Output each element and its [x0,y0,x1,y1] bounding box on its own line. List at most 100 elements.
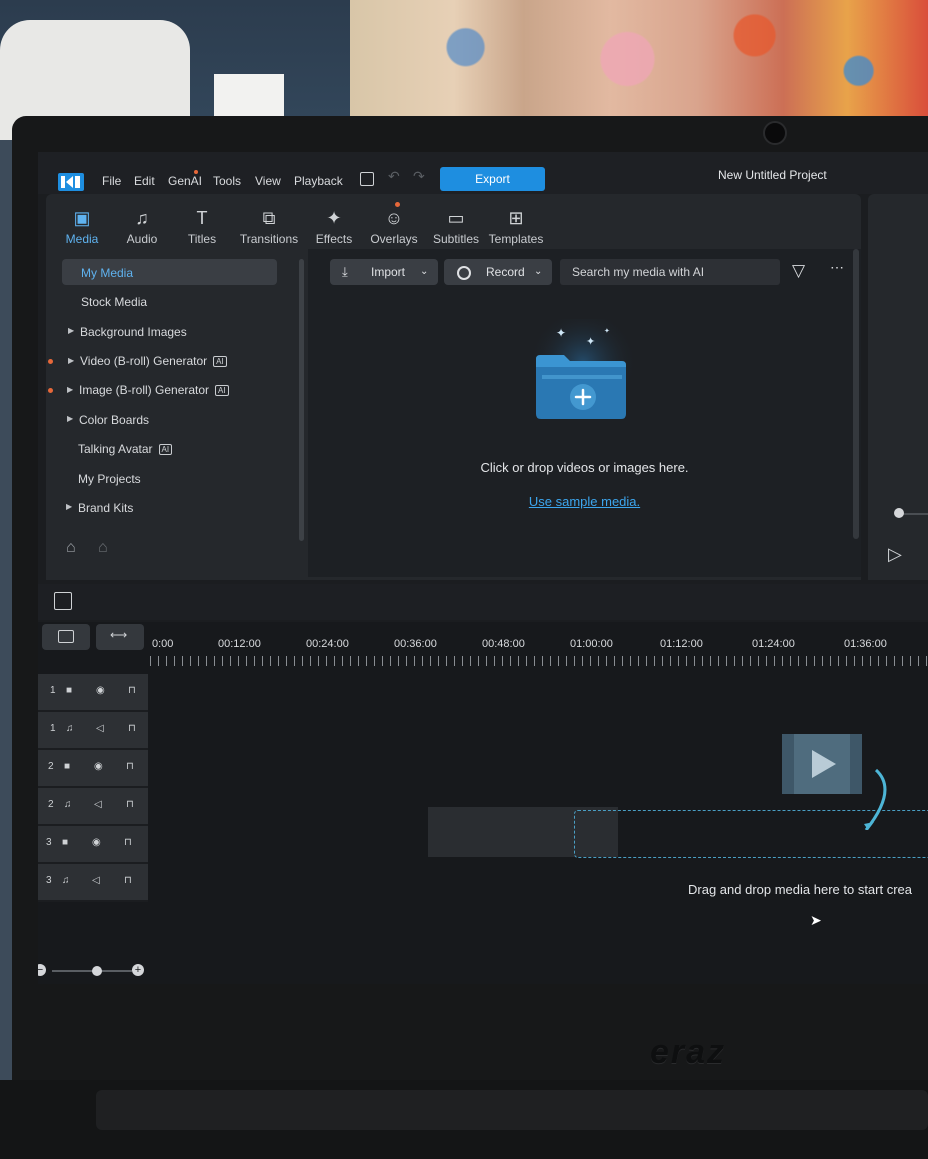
sidebar-item-background-images[interactable]: Background Images [80,325,187,339]
sidebar-item-color-boards[interactable]: Color Boards [79,413,149,427]
tab-overlays[interactable]: ☺ Overlays [362,208,426,246]
menu-playback[interactable]: Playback [294,174,343,188]
undo-icon[interactable]: ↶ [388,168,400,185]
menu-tools[interactable]: Tools [213,174,241,188]
tab-transitions[interactable]: ⧉ Transitions [234,208,304,246]
eye-icon[interactable]: ◉ [94,761,103,772]
add-tag-icon[interactable]: ⌂ [66,539,76,557]
menu-view[interactable]: View [255,174,281,188]
lock-icon[interactable]: ⊓ [126,761,134,772]
tab-transitions-label: Transitions [239,232,299,246]
import-label: Import [371,265,406,279]
ruler-label: 00:48:00 [482,638,525,650]
track-header-audio-3[interactable]: 3 ♫ ◁ ⊓ [38,864,148,902]
ruler-label: 00:24:00 [306,638,349,650]
text-t-icon: T [196,208,208,228]
expand-arrow-icon[interactable]: ▶ [67,414,73,423]
fit-width-icon: ⟷ [110,628,128,642]
chevron-down-icon: ⌄ [420,266,429,277]
content-scrollbar[interactable] [853,249,859,539]
menu-edit[interactable]: Edit [134,174,155,188]
eye-icon[interactable]: ◉ [96,685,105,696]
menu-file[interactable]: File [102,174,121,188]
video-film-icon [782,734,887,830]
lock-icon[interactable]: ⊓ [126,799,134,810]
record-label: Record [486,265,525,279]
timeline-zoom-control[interactable]: − + [38,962,158,982]
sidebar-item-my-media[interactable]: My Media [81,266,133,280]
more-options-icon[interactable]: ⋯ [830,259,844,276]
lock-icon[interactable]: ⊓ [128,685,136,696]
project-title: New Untitled Project [718,168,827,182]
video-camera-icon: ■ [64,761,71,772]
speaker-icon[interactable]: ◁ [94,799,102,810]
zoom-slider-handle[interactable] [92,966,102,976]
expand-arrow-icon[interactable]: ▶ [68,326,74,335]
eye-icon[interactable]: ◉ [92,837,101,848]
templates-icon: ⊞ [508,208,524,228]
tab-templates[interactable]: ⊞ Templates [482,208,550,246]
sidebar-item-image-generator[interactable]: Image (B-roll) Generator AI [79,383,229,397]
sidebar-item-label: Video (B-roll) Generator [80,354,208,368]
expand-arrow-icon[interactable]: ▶ [66,502,72,511]
add-track-button[interactable] [42,624,90,650]
filter-icon[interactable]: ▽ [792,261,805,281]
timeline-ruler[interactable]: 0:00 00:12:00 00:24:00 00:36:00 00:48:00… [150,630,928,672]
import-button[interactable]: ⤓ Import ⌄ [330,259,438,285]
menu-genai[interactable]: GenAI [168,174,202,188]
tab-effects-label: Effects [315,232,353,246]
lock-icon[interactable]: ⊓ [128,723,136,734]
sidebar-scrollbar[interactable] [299,259,304,541]
fit-timeline-button[interactable]: ⟷ [96,624,144,650]
track-header-video-3[interactable]: 3 ■ ◉ ⊓ [38,826,148,864]
ruler-label: 01:36:00 [844,638,887,650]
ruler-label: 01:00:00 [570,638,613,650]
remove-tag-icon[interactable]: ⌂ [98,539,108,557]
music-note-icon: ♫ [62,875,70,886]
play-icon[interactable]: ▷ [888,544,902,565]
tab-subtitles-label: Subtitles [432,232,480,246]
expand-arrow-icon[interactable]: ▶ [68,356,74,365]
track-header-video-1[interactable]: 1 ■ ◉ ⊓ [38,674,148,712]
zoom-out-icon[interactable]: − [38,964,46,976]
ruler-label: 01:24:00 [752,638,795,650]
preview-seek-handle[interactable] [894,508,904,518]
speaker-icon[interactable]: ◁ [92,875,100,886]
tab-effects[interactable]: ✦ Effects [302,208,366,246]
tab-subtitles[interactable]: ▭ Subtitles [424,208,488,246]
sidebar-item-talking-avatar[interactable]: Talking Avatar AI [78,442,173,456]
overlays-new-dot [395,202,400,207]
media-icon: ▣ [73,208,91,228]
track-header-audio-2[interactable]: 2 ♫ ◁ ⊓ [38,788,148,826]
lock-icon[interactable]: ⊓ [124,837,132,848]
zoom-in-icon[interactable]: + [132,964,144,976]
speaker-icon[interactable]: ◁ [96,723,104,734]
media-library-content: ⤓ Import ⌄ Record ⌄ Search my media with… [308,249,861,577]
track-manager-icon[interactable] [54,592,72,610]
webcam [763,121,787,145]
lock-icon[interactable]: ⊓ [124,875,132,886]
sidebar-item-brand-kits[interactable]: Brand Kits [78,501,133,515]
redo-icon[interactable]: ↷ [413,168,425,185]
expand-arrow-icon[interactable]: ▶ [67,385,73,394]
sidebar-item-video-generator[interactable]: Video (B-roll) Generator AI [80,354,227,368]
tab-overlays-label: Overlays [370,232,418,246]
effects-icon: ✦ [326,208,342,228]
preview-panel: ▷ [868,194,928,580]
tab-media[interactable]: ▣ Media [50,208,114,246]
sidebar-item-stock-media[interactable]: Stock Media [81,295,147,309]
tab-audio[interactable]: ♫ Audio [110,208,174,246]
use-sample-media-link[interactable]: Use sample media. [308,494,861,509]
search-input[interactable]: Search my media with AI [560,259,780,285]
record-icon [457,266,471,280]
track-header-audio-1[interactable]: 1 ♫ ◁ ⊓ [38,712,148,750]
folder-add-icon[interactable]: ✦ ✦ ✦ [528,319,638,429]
sidebar-item-my-projects[interactable]: My Projects [78,472,141,486]
media-sidebar: My Media Stock Media ▶ Background Images… [46,249,304,577]
ai-badge-icon: AI [213,356,227,367]
record-button[interactable]: Record ⌄ [444,259,552,285]
tab-titles[interactable]: T Titles [170,208,234,246]
save-icon[interactable] [360,172,374,186]
track-header-video-2[interactable]: 2 ■ ◉ ⊓ [38,750,148,788]
export-button[interactable]: Export [440,167,545,191]
